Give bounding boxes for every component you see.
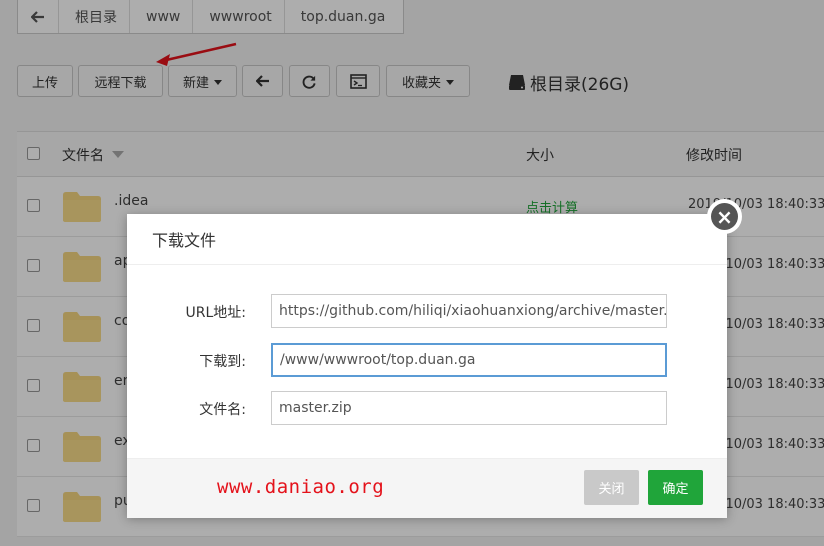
confirm-button[interactable]: 确定 — [648, 470, 703, 505]
url-input[interactable]: https://github.com/hiliqi/xiaohuanxiong/… — [271, 294, 667, 328]
filename-input[interactable]: master.zip — [271, 391, 667, 425]
dialog-footer: www.daniao.org 关闭 确定 — [127, 458, 727, 518]
watermark-text: www.daniao.org — [217, 476, 385, 498]
close-button[interactable]: 关闭 — [584, 470, 639, 505]
dialog-close-button[interactable]: × — [707, 199, 742, 234]
destination-row: 下载到: /www/wwwroot/top.duan.ga — [127, 343, 727, 377]
destination-label: 下载到: — [199, 354, 246, 370]
close-icon: × — [711, 203, 738, 230]
destination-input[interactable]: /www/wwwroot/top.duan.ga — [271, 343, 667, 377]
filename-label: 文件名: — [199, 402, 246, 418]
url-row: URL地址: https://github.com/hiliqi/xiaohua… — [127, 294, 727, 328]
dialog-title: 下载文件 — [127, 214, 727, 265]
url-label: URL地址: — [185, 305, 247, 321]
filename-row: 文件名: master.zip — [127, 391, 727, 425]
download-file-dialog: 下载文件 URL地址: https://github.com/hiliqi/xi… — [127, 214, 727, 518]
